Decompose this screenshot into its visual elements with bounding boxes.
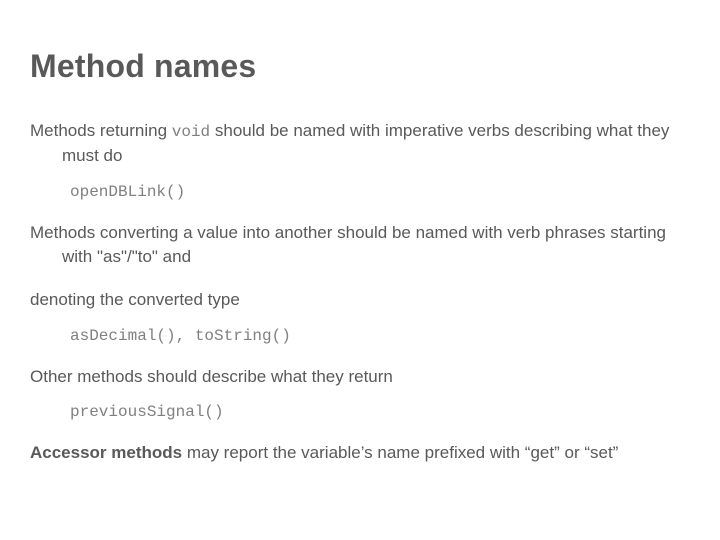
paragraph-accessor-methods: Accessor methods may report the variable… <box>30 441 690 466</box>
text: Methods returning <box>30 121 172 140</box>
code-example-previoussignal: previousSignal() <box>70 403 690 421</box>
slide: Method names Methods returning void shou… <box>0 0 720 540</box>
slide-body: Methods returning void should be named w… <box>30 119 690 466</box>
code-void: void <box>172 123 210 141</box>
text: may report the variable’s name prefixed … <box>182 443 618 462</box>
paragraph-void-methods: Methods returning void should be named w… <box>30 119 690 169</box>
code-example-opendblink: openDBLink() <box>70 183 690 201</box>
text-bold: Accessor methods <box>30 443 182 462</box>
paragraph-other-methods: Other methods should describe what they … <box>30 365 690 390</box>
paragraph-denoting-type: denoting the converted type <box>30 288 690 313</box>
paragraph-conversion-methods: Methods converting a value into another … <box>30 221 690 270</box>
slide-title: Method names <box>30 48 690 85</box>
code-example-asdecimal: asDecimal(), toString() <box>70 327 690 345</box>
